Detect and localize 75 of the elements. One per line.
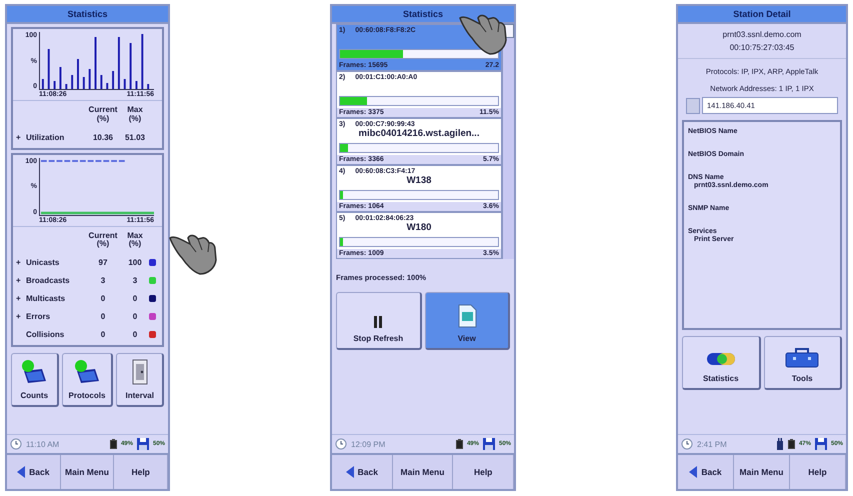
- table-cell-text: 100: [127, 258, 143, 268]
- monitor-icon: [20, 359, 48, 386]
- back-button[interactable]: Back: [678, 455, 734, 489]
- table-cell-text: 0: [132, 330, 138, 340]
- toolbar-button[interactable]: Interval: [116, 353, 164, 408]
- column-header: Current (%): [88, 232, 118, 250]
- back-button[interactable]: Back: [7, 455, 61, 489]
- back-button[interactable]: Back: [332, 455, 393, 489]
- main-menu-button[interactable]: Main Menu: [392, 455, 454, 489]
- list-button[interactable]: [686, 98, 700, 114]
- expand-marker[interactable]: +: [16, 312, 26, 322]
- scrollbar[interactable]: [502, 24, 514, 259]
- battery-icon: [456, 439, 463, 449]
- main-menu-button[interactable]: Main Menu: [60, 455, 114, 489]
- row-label: Collisions: [26, 330, 66, 340]
- table-cell-text: 0: [100, 330, 106, 340]
- table-cell-text: 51.03: [124, 132, 146, 142]
- toolbar-button[interactable]: Protocols: [62, 353, 114, 408]
- table-cell-text: 0: [132, 294, 138, 304]
- screen-title: Station Detail: [678, 6, 846, 24]
- battery-icon: [110, 439, 117, 449]
- back-arrow-icon: [689, 466, 698, 478]
- expand-marker[interactable]: +: [16, 132, 26, 142]
- table-cell-text: 3: [132, 276, 138, 286]
- help-button[interactable]: Help: [114, 455, 168, 489]
- screen-title: Statistics: [7, 6, 168, 24]
- clock-icon: [335, 438, 347, 450]
- document-icon: [456, 304, 477, 328]
- toolbar-button[interactable]: Tools: [764, 336, 842, 390]
- host-name: W138: [406, 175, 432, 186]
- clock-icon: [10, 438, 22, 450]
- host-name: mibc04014216.wst.agilen...: [358, 128, 480, 139]
- row-label: Errors: [26, 312, 52, 322]
- clock-time: 11:10 AM: [26, 440, 60, 448]
- table-cell-text: 0: [132, 312, 138, 322]
- column-header: Current (%): [88, 106, 118, 124]
- battery-icon: [788, 439, 795, 449]
- expand-marker[interactable]: +: [16, 258, 26, 268]
- host-name: W180: [406, 222, 432, 233]
- host-name: prnt03.ssnl.demo.com: [722, 30, 802, 39]
- back-arrow-icon: [346, 466, 354, 478]
- help-button[interactable]: Help: [453, 455, 514, 489]
- table-cell-text: 97: [98, 258, 108, 268]
- door-icon: [130, 359, 150, 386]
- capsule-icon: [706, 350, 736, 368]
- clock-time: 2:41 PM: [697, 440, 727, 448]
- help-button[interactable]: Help: [790, 455, 846, 489]
- clock-time: 12:09 PM: [351, 440, 386, 448]
- row-label: Utilization: [26, 132, 66, 142]
- table-cell-text: 10.36: [92, 132, 114, 142]
- view-button[interactable]: View: [424, 292, 510, 350]
- table-cell-text: 3: [100, 276, 106, 286]
- expand-marker[interactable]: +: [16, 276, 26, 286]
- table-cell-text: 0: [100, 294, 106, 304]
- expand-marker[interactable]: +: [16, 294, 26, 304]
- toolbox-icon: [785, 348, 820, 368]
- clock-icon: [681, 438, 693, 450]
- column-header: Max (%): [126, 106, 144, 124]
- plug-icon: [776, 438, 784, 450]
- row-label: Unicasts: [26, 258, 60, 268]
- screen-title: Statistics: [332, 6, 514, 24]
- monitor-icon: [73, 359, 101, 386]
- toolbar-button[interactable]: Statistics: [682, 336, 760, 390]
- back-arrow-icon: [17, 466, 26, 478]
- row-label: Broadcasts: [26, 276, 71, 286]
- pause-icon: [373, 316, 384, 328]
- hand-pointer-icon: [168, 232, 218, 276]
- mac-address: 00:10:75:27:03:45: [730, 43, 794, 52]
- row-label: Multicasts: [26, 294, 66, 304]
- stop-refresh-button[interactable]: Stop Refresh: [336, 292, 422, 350]
- table-cell-text: 0: [100, 312, 106, 322]
- hand-pointer-icon: [458, 12, 508, 56]
- toolbar-button[interactable]: Counts: [11, 353, 59, 408]
- column-header: Max (%): [126, 232, 144, 250]
- main-menu-button[interactable]: Main Menu: [734, 455, 790, 489]
